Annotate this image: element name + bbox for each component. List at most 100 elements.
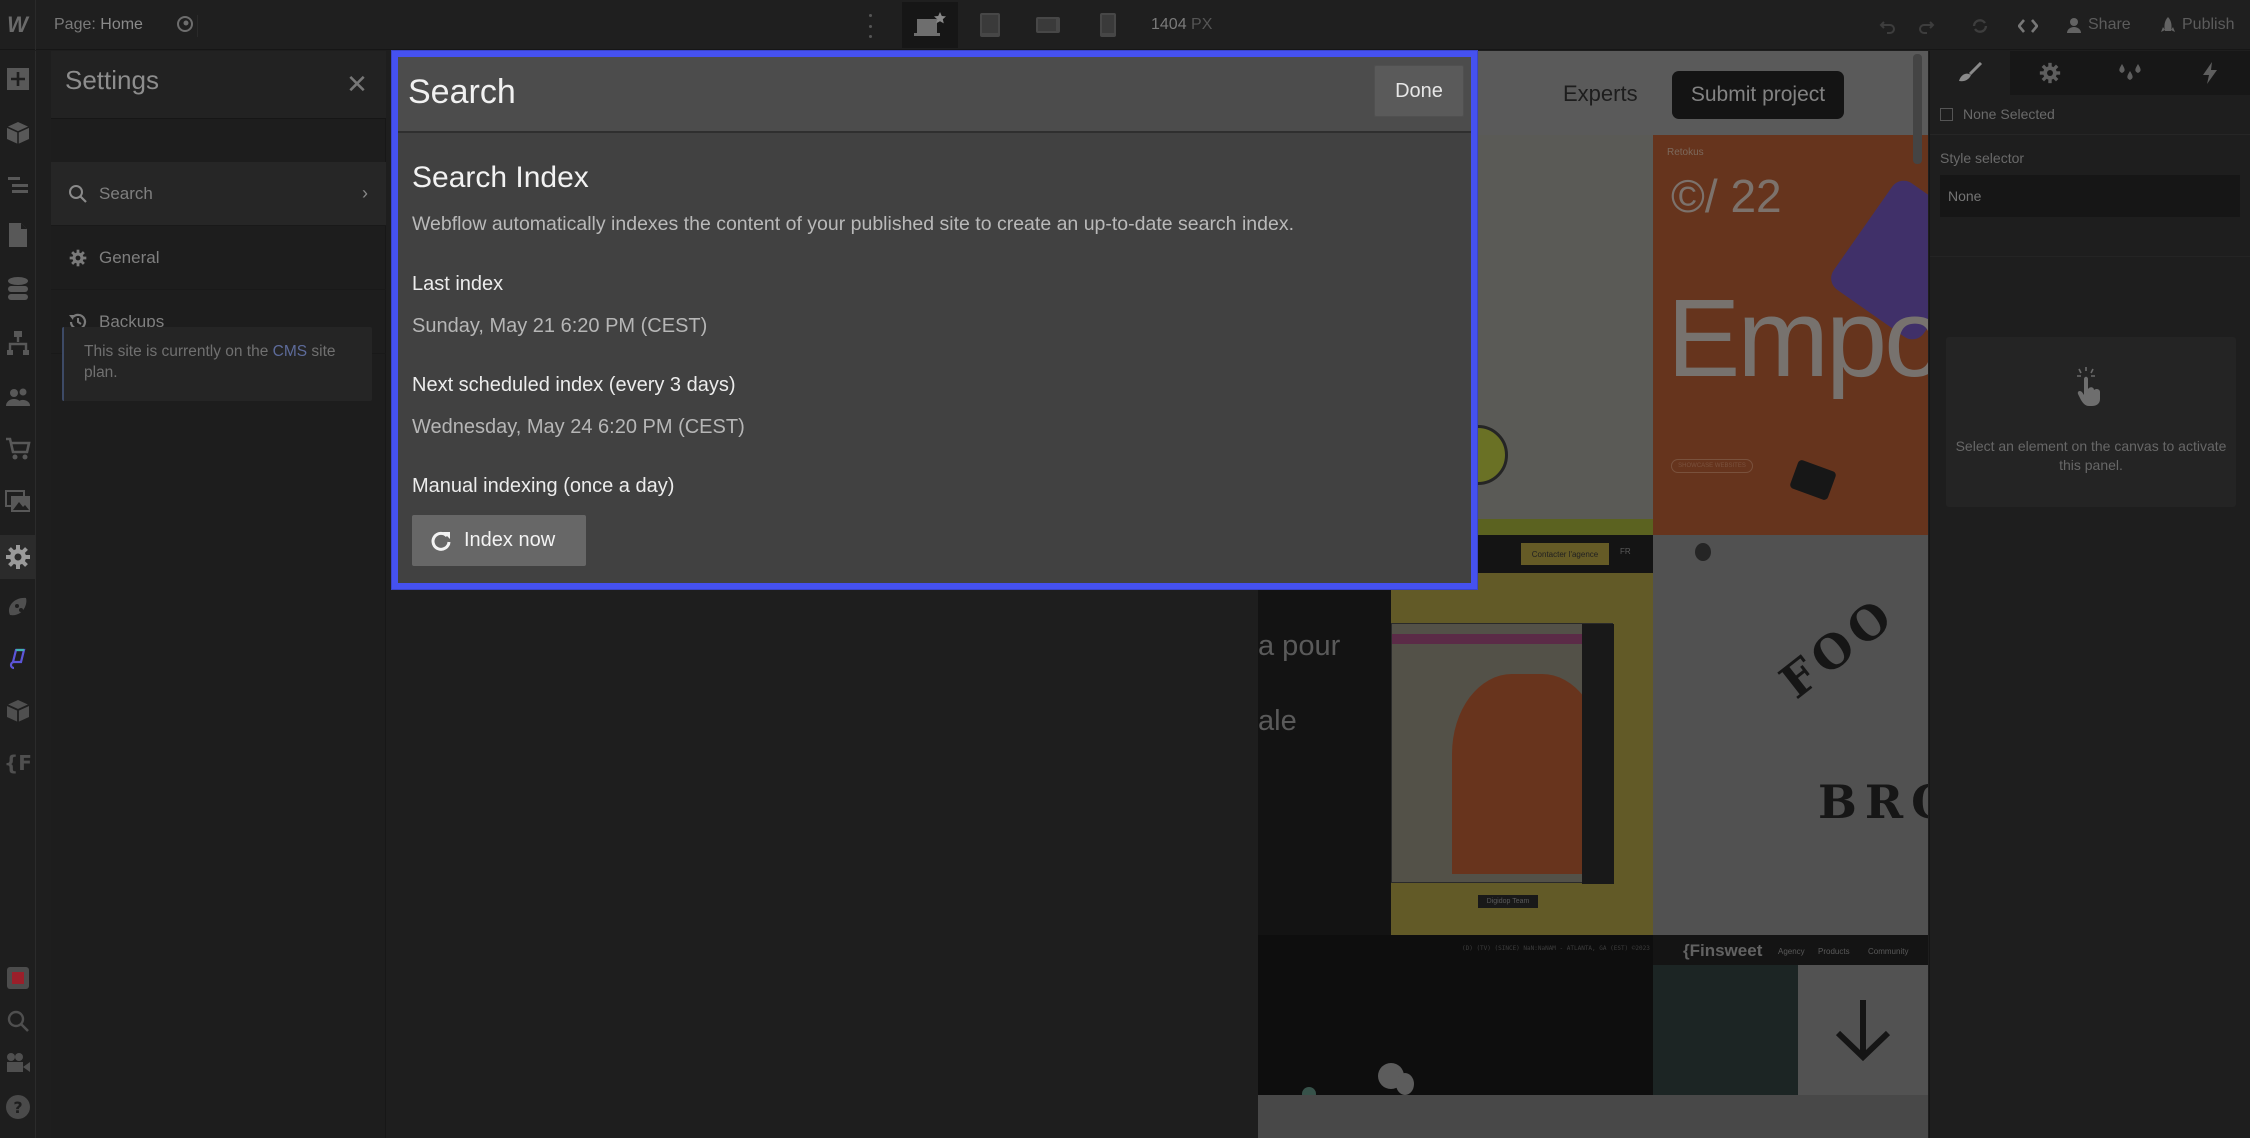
sync-icon[interactable] <box>1968 14 1992 38</box>
users-icon[interactable] <box>4 383 32 411</box>
lion-illustration <box>1452 674 1602 874</box>
blob-shape <box>1396 1073 1414 1095</box>
interactions-icon <box>2203 62 2217 84</box>
record-icon[interactable] <box>4 964 32 992</box>
breakpoint-desktop-base[interactable] <box>902 2 958 48</box>
search-icon[interactable] <box>4 1007 32 1035</box>
settings-item-label: General <box>99 247 160 267</box>
tab-element-settings[interactable] <box>2010 51 2090 95</box>
cms-icon[interactable] <box>4 275 32 303</box>
site-nav-link-experts[interactable]: Experts <box>1563 81 1638 107</box>
undo-icon[interactable] <box>1876 14 1900 38</box>
next-index-value: Wednesday, May 24 6:20 PM (CEST) <box>412 416 745 438</box>
showcase-tile-dark-text: a pour ale <box>1258 535 1391 935</box>
settings-icon[interactable] <box>0 535 36 579</box>
showcase-tile-digidop: sations Contacter l'agence FR Digidop Te… <box>1391 535 1653 935</box>
pointer-hand-icon <box>2076 367 2106 407</box>
settings-item-search[interactable]: Search › <box>51 162 386 226</box>
code-export-icon[interactable] <box>2016 14 2040 38</box>
style-selector-input[interactable] <box>1940 175 2240 217</box>
plan-note: This site is currently on the CMS site p… <box>62 327 372 401</box>
pages-icon[interactable] <box>4 221 32 249</box>
page-prefix: Page: <box>54 16 96 33</box>
manual-indexing-label: Manual indexing (once a day) <box>412 475 675 497</box>
showcase-tile-finsweet: {Finsweet Agency Products Community <box>1653 935 1928 1095</box>
style-selector-label: Style selector <box>1940 150 2025 166</box>
index-now-button[interactable]: Index now <box>412 515 586 566</box>
showcase-tile-retokus: Retokus ©/ 22 Empo SHOWCASE WEBSITES <box>1653 135 1928 535</box>
blob-shape <box>1302 1087 1316 1095</box>
components-icon[interactable] <box>4 119 32 147</box>
ecommerce-icon[interactable] <box>4 435 32 463</box>
next-index-label: Next scheduled index (every 3 days) <box>412 374 736 396</box>
3d-arrow-shape <box>1789 459 1837 501</box>
style-manager-icon <box>2119 64 2141 80</box>
preview-eye-icon[interactable] <box>176 15 198 37</box>
close-icon[interactable]: ✕ <box>342 69 372 99</box>
tab-interactions[interactable] <box>2170 51 2250 95</box>
designer-screenshot <box>1391 623 1614 884</box>
video-tutorials-icon[interactable] <box>4 1049 32 1077</box>
left-icon-rail: {F ? <box>0 51 36 1138</box>
canvas-width-readout: 1404 PX <box>1151 16 1213 33</box>
more-options-icon[interactable] <box>866 14 874 38</box>
style-panel-tabs <box>1930 51 2250 95</box>
gear-icon <box>67 247 89 269</box>
arrow-down-icon <box>1798 965 1928 1095</box>
selection-status: None Selected <box>1940 106 2055 122</box>
share-button[interactable]: Share <box>2066 16 2131 34</box>
tab-style-manager[interactable] <box>2090 51 2170 95</box>
search-index-description: Webflow automatically indexes the conten… <box>412 213 1294 235</box>
app-integration-icon[interactable] <box>4 645 32 673</box>
site-submit-project-button[interactable]: Submit project <box>1672 71 1844 119</box>
style-panel: None Selected Style selector Select an e… <box>1929 51 2250 1138</box>
done-button[interactable]: Done <box>1374 65 1464 117</box>
search-settings-modal: Search Done Search Index Webflow automat… <box>392 51 1477 589</box>
breakpoint-tablet[interactable] <box>962 2 1018 48</box>
breakpoint-mobile-portrait[interactable] <box>1080 2 1136 48</box>
rocket-icon <box>2161 17 2175 32</box>
search-index-heading: Search Index <box>412 161 589 194</box>
settings-panel: Settings ✕ Search › General Backups This… <box>51 51 386 1138</box>
logic-icon[interactable] <box>4 329 32 357</box>
empty-state-card: Select an element on the canvas to activ… <box>1946 337 2236 507</box>
finsweet-icon[interactable]: {F <box>4 749 32 777</box>
page-selector[interactable]: Page: Home <box>54 16 143 34</box>
refresh-icon <box>431 531 451 551</box>
showcase-tile-foo-bro: FOO BRO <box>1653 535 1928 935</box>
tab-style[interactable] <box>1930 51 2010 95</box>
settings-header: Settings ✕ <box>51 51 386 119</box>
modal-title: Search <box>408 73 516 111</box>
breakpoint-mobile-landscape[interactable] <box>1020 2 1076 48</box>
selection-checkbox[interactable] <box>1940 107 1953 121</box>
divider <box>1930 256 2250 257</box>
webflow-logo[interactable]: W <box>0 0 36 50</box>
modal-header: Search Done <box>398 57 1471 133</box>
add-icon[interactable] <box>4 65 32 93</box>
settings-item-general[interactable]: General <box>51 226 386 290</box>
canvas-scrollbar[interactable] <box>1913 54 1922 164</box>
help-icon[interactable]: ? <box>4 1093 32 1121</box>
style-brush-icon <box>1959 62 1983 82</box>
last-index-label: Last index <box>412 273 504 295</box>
navigator-icon[interactable] <box>4 171 32 199</box>
svg-text:?: ? <box>13 1098 22 1117</box>
cms-plan-link[interactable]: CMS <box>273 343 307 360</box>
assets-icon[interactable] <box>4 487 32 515</box>
showcase-tile-black: (D) (TV) (SINCE) NaN:NaNAM - ATLANTA, GA… <box>1258 935 1653 1095</box>
apps-icon[interactable] <box>4 593 32 621</box>
page-name: Home <box>100 16 143 33</box>
avatar <box>1695 543 1711 561</box>
element-settings-icon <box>2039 62 2061 84</box>
plant-image <box>1653 965 1798 1095</box>
last-index-value: Sunday, May 21 6:20 PM (CEST) <box>412 315 708 337</box>
empty-state-message: Select an element on the canvas to activ… <box>1955 438 2227 473</box>
publish-button[interactable]: Publish <box>2160 16 2234 34</box>
redo-icon[interactable] <box>1914 14 1938 38</box>
search-icon <box>67 183 89 205</box>
divider <box>1930 134 2250 135</box>
top-bar: W Page: Home 1404 PX Share Publish <box>0 0 2250 50</box>
settings-title: Settings <box>65 65 159 95</box>
box-icon[interactable] <box>4 697 32 725</box>
chevron-right-icon: › <box>362 183 368 203</box>
